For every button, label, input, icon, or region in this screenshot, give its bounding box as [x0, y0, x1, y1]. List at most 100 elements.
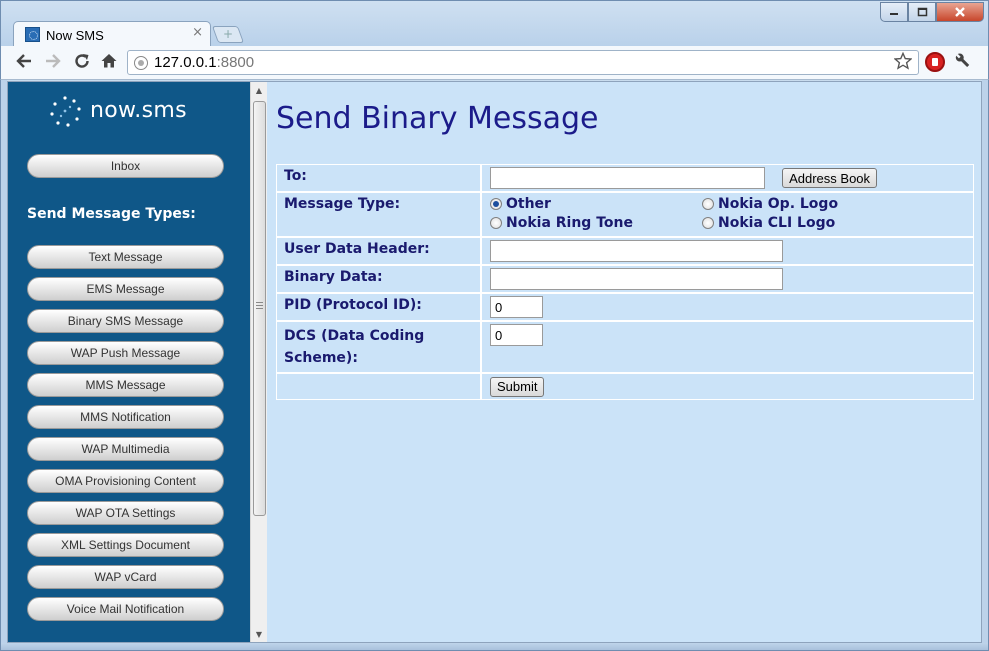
url-text: 127.0.0.1:8800: [154, 54, 254, 71]
radio-label-nokia-op-logo: Nokia Op. Logo: [718, 196, 839, 212]
submit-row: Submit: [276, 373, 974, 400]
home-button[interactable]: [98, 52, 120, 72]
submit-button[interactable]: Submit: [490, 376, 545, 397]
radio-button-nokia-cli-logo[interactable]: [702, 217, 714, 229]
logo-text: now.sms: [90, 98, 187, 123]
back-button[interactable]: [13, 52, 35, 72]
udh-cell: [481, 237, 974, 265]
inbox-button[interactable]: Inbox: [27, 154, 224, 178]
pid-cell: [481, 293, 974, 321]
message-type-cell: Other Nokia Op. Logo Nokia Ring Tone Nok…: [481, 192, 974, 237]
to-label: To:: [276, 164, 481, 192]
dcs-cell: [481, 321, 974, 373]
message-type-options: Other Nokia Op. Logo Nokia Ring Tone Nok…: [490, 195, 965, 231]
pid-label: PID (Protocol ID):: [276, 293, 481, 321]
maximize-icon: [917, 7, 927, 17]
to-input[interactable]: [490, 167, 765, 189]
sidebar-item-oma-provisioning[interactable]: OMA Provisioning Content: [27, 469, 224, 493]
binary-data-cell: [481, 265, 974, 293]
new-tab-button[interactable]: +: [211, 26, 245, 43]
dcs-row: DCS (Data Coding Scheme):: [276, 321, 974, 373]
sidebar-item-mms-notification[interactable]: MMS Notification: [27, 405, 224, 429]
sidebar-item-wap-ota-settings[interactable]: WAP OTA Settings: [27, 501, 224, 525]
radio-option-nokia-cli-logo[interactable]: Nokia CLI Logo: [702, 215, 902, 231]
pid-input[interactable]: [490, 296, 543, 318]
nowsms-favicon-icon: [25, 27, 40, 42]
radio-option-other[interactable]: Other: [490, 196, 702, 212]
send-message-types-heading: Send Message Types:: [27, 206, 196, 222]
wrench-icon[interactable]: [951, 49, 977, 75]
minimize-button[interactable]: [880, 2, 908, 22]
forward-arrow-icon: [46, 54, 61, 68]
address-book-button[interactable]: Address Book: [782, 168, 878, 188]
tab-title: Now SMS: [46, 28, 104, 43]
pid-row: PID (Protocol ID):: [276, 293, 974, 321]
radio-label-nokia-ring-tone: Nokia Ring Tone: [506, 215, 633, 231]
window-titlebar: Now SMS × +: [0, 0, 989, 47]
sidebar-item-text-message[interactable]: Text Message: [27, 245, 224, 269]
binary-data-input[interactable]: [490, 268, 783, 290]
window-border-left: [0, 80, 7, 643]
window-border-right: [982, 80, 989, 643]
main-content: Send Binary Message To: Address Book Mes…: [267, 82, 981, 642]
bookmark-star-icon[interactable]: [893, 51, 913, 75]
reload-icon: [75, 54, 89, 68]
browser-toolbar: 127.0.0.1:8800: [0, 46, 989, 80]
sidebar-item-ems-message[interactable]: EMS Message: [27, 277, 224, 301]
scroll-down-arrow-icon[interactable]: ▼: [251, 627, 267, 642]
logo-dots-icon: [50, 96, 81, 127]
tab-close-icon[interactable]: ×: [192, 25, 203, 40]
forward-button[interactable]: [42, 52, 64, 72]
page-title: Send Binary Message: [276, 101, 599, 136]
url-host: 127.0.0.1: [154, 54, 217, 71]
scroll-up-arrow-icon[interactable]: ▲: [251, 83, 267, 99]
radio-button-nokia-ring-tone[interactable]: [490, 217, 502, 229]
maximize-button[interactable]: [908, 2, 936, 22]
udh-row: User Data Header:: [276, 237, 974, 265]
sidebar-item-xml-settings[interactable]: XML Settings Document: [27, 533, 224, 557]
message-type-label: Message Type:: [276, 192, 481, 237]
radio-option-nokia-ring-tone[interactable]: Nokia Ring Tone: [490, 215, 702, 231]
dcs-label: DCS (Data Coding Scheme):: [276, 321, 481, 373]
message-type-row: Message Type: Other Nokia Op. Logo Nokia…: [276, 192, 974, 237]
sidebar-item-voice-mail-notification[interactable]: Voice Mail Notification: [27, 597, 224, 621]
close-window-button[interactable]: [936, 2, 984, 22]
window-border-bottom: [0, 643, 989, 651]
sidebar-item-wap-multimedia[interactable]: WAP Multimedia: [27, 437, 224, 461]
sidebar-item-mms-message[interactable]: MMS Message: [27, 373, 224, 397]
scrollbar-grip-icon: [256, 302, 263, 309]
nowsms-logo: now.sms: [48, 95, 218, 129]
home-icon: [101, 54, 117, 68]
sidebar-item-wap-vcard[interactable]: WAP vCard: [27, 565, 224, 589]
udh-label: User Data Header:: [276, 237, 481, 265]
scrollbar-thumb[interactable]: [253, 101, 266, 516]
radio-label-nokia-cli-logo: Nokia CLI Logo: [718, 215, 836, 231]
send-binary-form: To: Address Book Message Type: Other Nok…: [276, 164, 974, 400]
reload-button[interactable]: [71, 52, 93, 72]
binary-data-row: Binary Data:: [276, 265, 974, 293]
sidebar-item-wap-push-message[interactable]: WAP Push Message: [27, 341, 224, 365]
window-controls: [880, 2, 984, 23]
submit-row-spacer: [276, 373, 481, 400]
sidebar: now.sms Inbox Send Message Types: Text M…: [8, 82, 250, 642]
close-icon: [955, 7, 965, 17]
user-data-header-input[interactable]: [490, 240, 783, 262]
radio-button-nokia-op-logo[interactable]: [702, 198, 714, 210]
dcs-input[interactable]: [490, 324, 543, 346]
address-bar[interactable]: 127.0.0.1:8800: [127, 50, 919, 75]
radio-label-other: Other: [506, 196, 551, 212]
submit-cell: Submit: [481, 373, 974, 400]
navigation-frame: now.sms Inbox Send Message Types: Text M…: [8, 82, 275, 642]
browser-tab[interactable]: Now SMS ×: [13, 21, 211, 47]
sidebar-item-binary-sms-message[interactable]: Binary SMS Message: [27, 309, 224, 333]
back-arrow-icon: [16, 54, 31, 68]
to-row: To: Address Book: [276, 164, 974, 192]
sidebar-scrollbar[interactable]: ▲ ▼: [250, 82, 267, 642]
stop-sign-icon[interactable]: [925, 52, 945, 72]
radio-option-nokia-op-logo[interactable]: Nokia Op. Logo: [702, 196, 902, 212]
page-info-icon[interactable]: [134, 56, 148, 70]
new-tab-icon: +: [222, 27, 234, 41]
binary-data-label: Binary Data:: [276, 265, 481, 293]
url-port: :8800: [216, 54, 255, 71]
radio-button-other[interactable]: [490, 198, 502, 210]
